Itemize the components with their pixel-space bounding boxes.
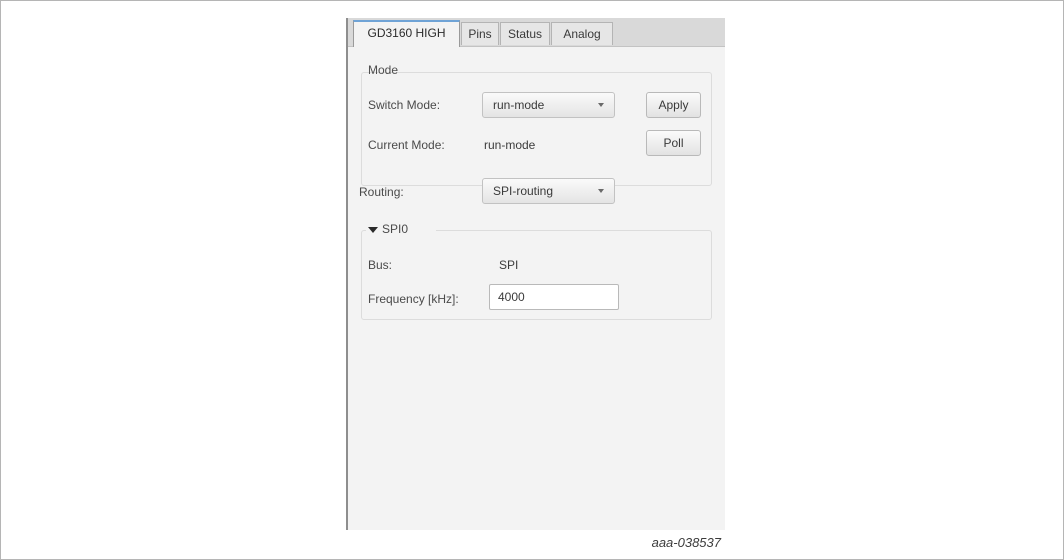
bus-value: SPI — [499, 258, 519, 272]
tab-gd3160-high[interactable]: GD3160 HIGH — [353, 20, 460, 47]
spi0-toggle[interactable]: SPI0 — [366, 221, 436, 237]
tab-bar: GD3160 HIGH Pins Status Analog — [348, 18, 725, 47]
spi0-group-title: SPI0 — [382, 222, 409, 236]
dropdown-arrow-icon — [598, 103, 604, 107]
dropdown-arrow-icon — [598, 189, 604, 193]
bus-label: Bus: — [368, 258, 393, 272]
current-mode-label: Current Mode: — [368, 138, 445, 152]
frequency-input[interactable] — [489, 284, 619, 310]
tab-analog[interactable]: Analog — [551, 22, 613, 45]
frequency-label: Frequency [kHz]: — [368, 292, 459, 306]
tab-pins[interactable]: Pins — [461, 22, 499, 45]
mode-group — [361, 72, 712, 186]
tab-label: Status — [507, 27, 543, 41]
figure-frame: GD3160 HIGH Pins Status Analog Mode Swit… — [0, 0, 1064, 560]
tab-label: GD3160 HIGH — [367, 26, 446, 40]
tab-label: Analog — [563, 27, 601, 41]
switch-mode-dropdown[interactable]: run-mode — [482, 92, 615, 118]
routing-label: Routing: — [359, 185, 404, 199]
routing-dropdown[interactable]: SPI-routing — [482, 178, 615, 204]
apply-button-label: Apply — [658, 98, 689, 112]
poll-button[interactable]: Poll — [646, 130, 701, 156]
switch-mode-label: Switch Mode: — [368, 98, 441, 112]
figure-id: aaa-038537 — [651, 535, 721, 550]
collapse-arrow-icon — [368, 227, 378, 233]
current-mode-value: run-mode — [484, 138, 536, 152]
switch-mode-selected: run-mode — [493, 98, 545, 112]
mode-group-title: Mode — [368, 63, 399, 77]
tab-label: Pins — [468, 27, 492, 41]
routing-selected: SPI-routing — [493, 184, 554, 198]
tab-status[interactable]: Status — [500, 22, 550, 45]
poll-button-label: Poll — [663, 136, 684, 150]
apply-button[interactable]: Apply — [646, 92, 701, 118]
settings-panel: GD3160 HIGH Pins Status Analog Mode Swit… — [346, 18, 725, 530]
